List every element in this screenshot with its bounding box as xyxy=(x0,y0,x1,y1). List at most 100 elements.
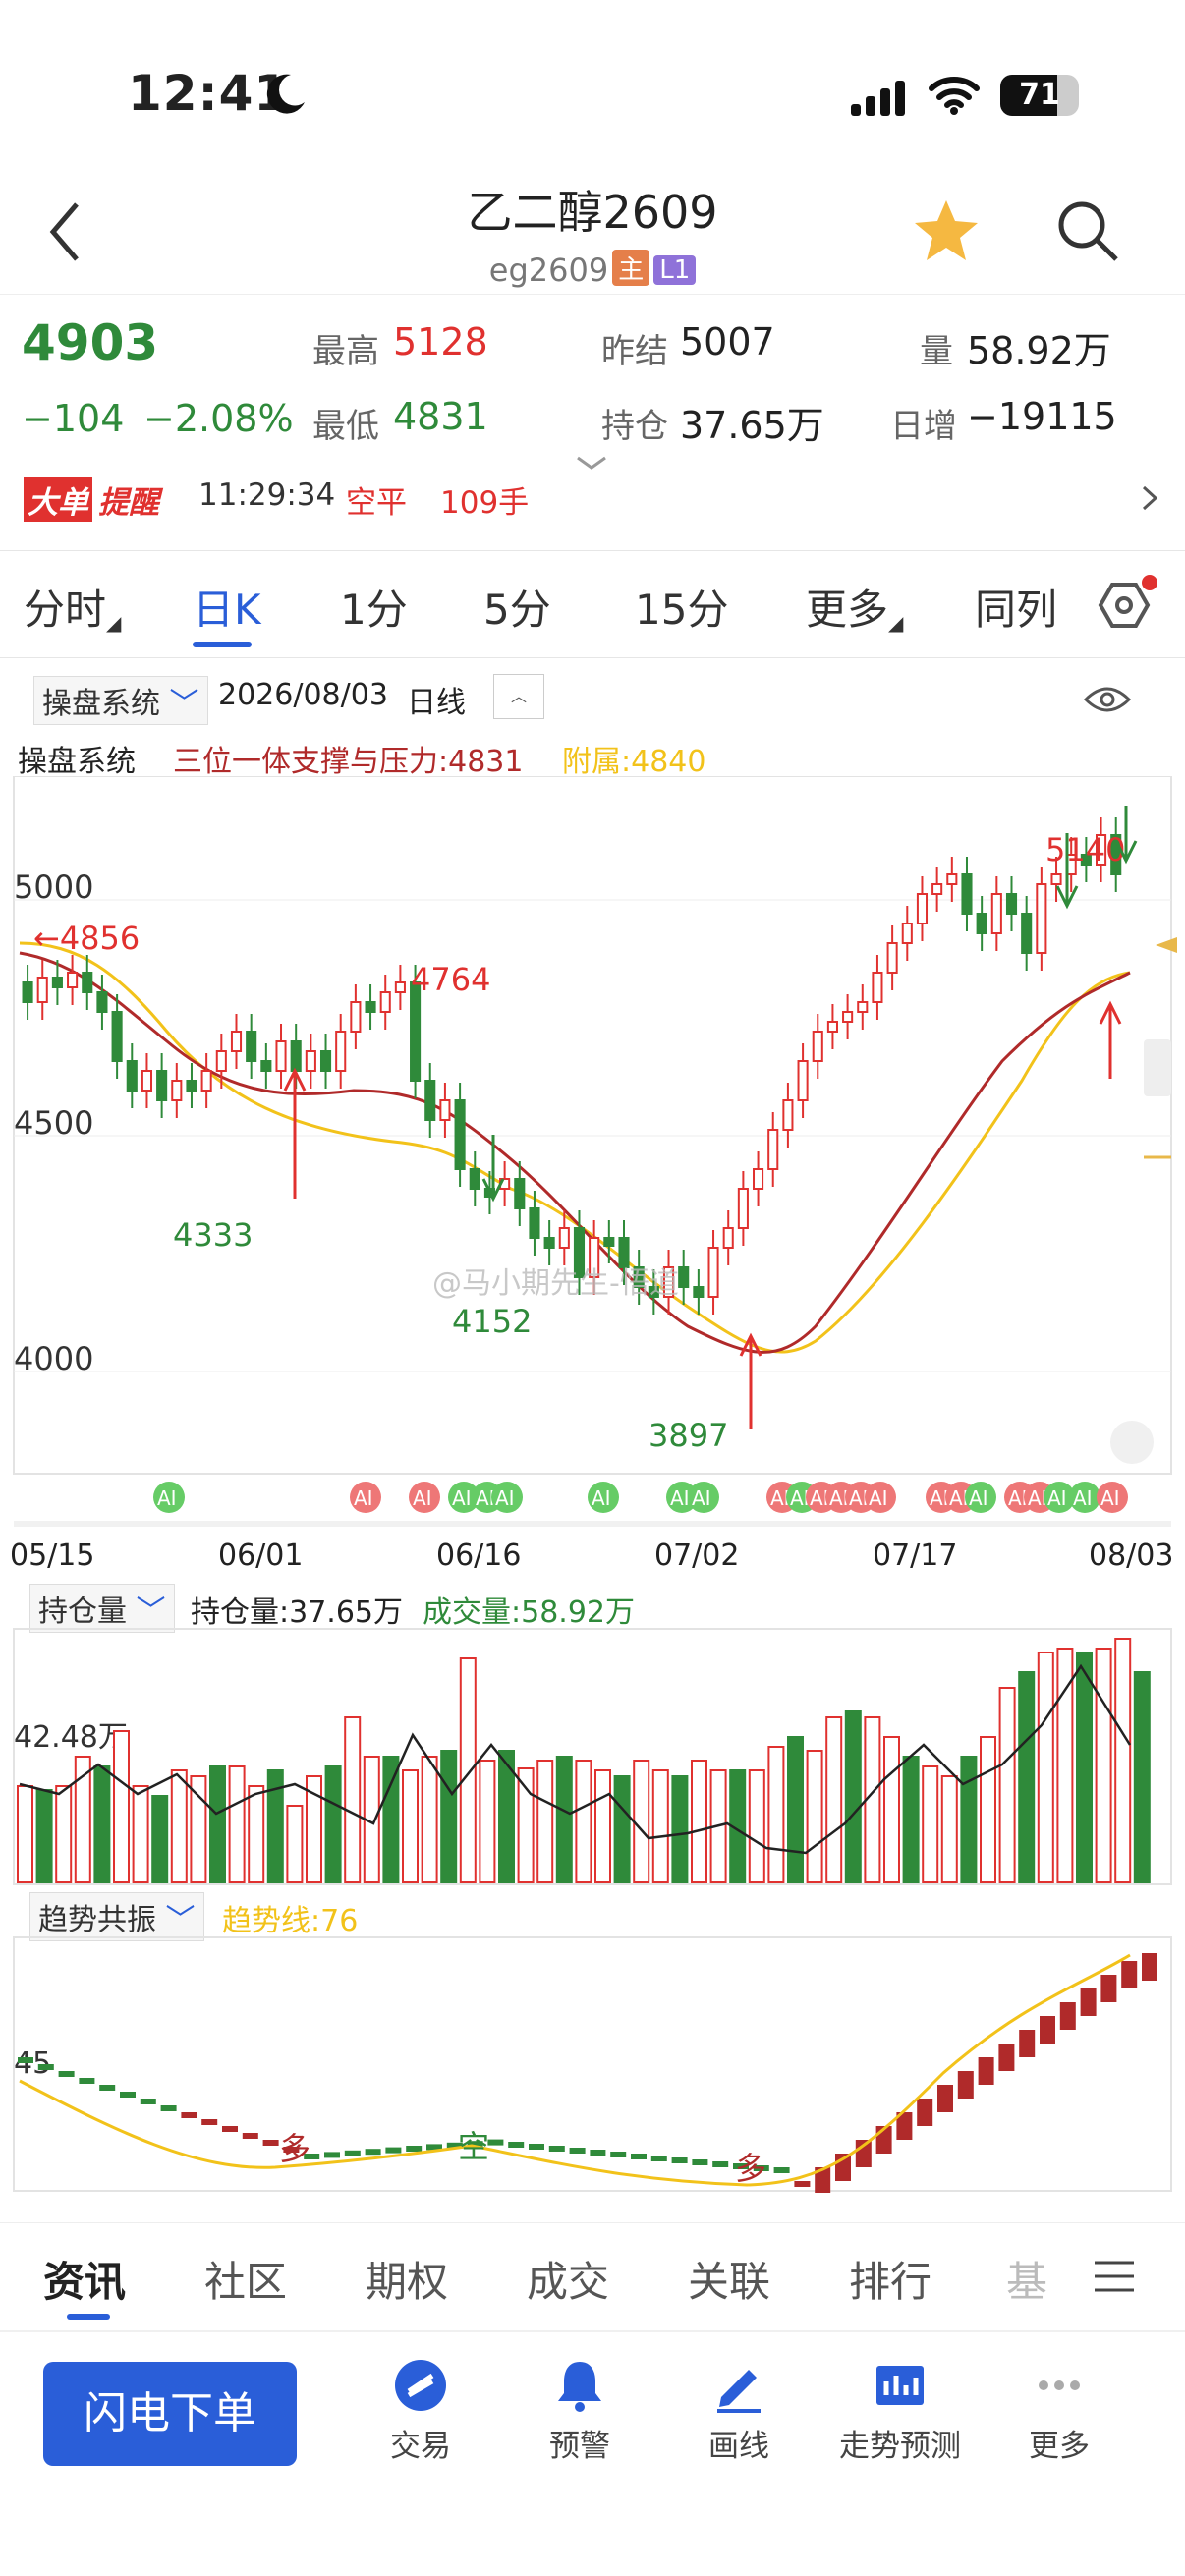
candle xyxy=(737,1171,749,1246)
oi-bar xyxy=(17,1785,33,1883)
oi-bar xyxy=(1018,1671,1036,1883)
ai-badge[interactable]: AI xyxy=(153,1482,185,1513)
ai-badge[interactable]: AI xyxy=(1069,1482,1100,1513)
svg-text:AI: AI xyxy=(969,1486,988,1510)
tab-news[interactable]: 资讯 xyxy=(43,2249,126,2309)
trend-bar xyxy=(406,2146,423,2152)
ai-badge[interactable]: AI xyxy=(1097,1482,1128,1513)
oi-bar xyxy=(998,1687,1016,1883)
trend-resonance-chart[interactable]: 45 多 空 多 xyxy=(0,1935,1185,2193)
tab-fundamental[interactable]: 基 xyxy=(1006,2249,1047,2309)
timeline-scrollbar[interactable] xyxy=(14,1521,1171,1527)
alert-label: 预警 xyxy=(549,2429,610,2464)
ai-badge[interactable]: AI xyxy=(965,1482,996,1513)
trend-bar xyxy=(262,2140,279,2146)
candle xyxy=(454,1083,466,1187)
candle xyxy=(335,1014,347,1089)
oi-bar xyxy=(922,1765,939,1883)
candlestick-chart[interactable]: 5000 4500 4000 ←4856 4764 4333 4152 3897… xyxy=(0,776,1185,1582)
candle xyxy=(186,1063,198,1108)
candle xyxy=(67,955,79,1005)
oi-axis-label: 42.48万 xyxy=(14,1720,128,1755)
oi-volume-chart[interactable]: 42.48万 xyxy=(0,1627,1185,1886)
chart-period: 日线 xyxy=(407,686,466,720)
alert-type: 空平 xyxy=(346,485,407,521)
price-change: −104 xyxy=(22,397,125,440)
menu-icon[interactable] xyxy=(1093,2259,1136,2294)
trend-bar xyxy=(529,2144,544,2150)
candle xyxy=(230,1014,243,1069)
tab-daily-k[interactable]: 日K xyxy=(193,577,261,637)
candle xyxy=(319,1034,332,1089)
tab-community[interactable]: 社区 xyxy=(204,2249,287,2309)
trend-bar xyxy=(160,2105,177,2111)
x-tick-0717: 07/17 xyxy=(873,1539,957,1573)
trend-bar xyxy=(1100,1975,1117,2002)
svg-text:AI: AI xyxy=(692,1486,711,1510)
candle xyxy=(990,876,1002,951)
ai-badge[interactable]: AI xyxy=(588,1482,619,1513)
oi-bar xyxy=(902,1756,920,1883)
alert-button[interactable]: 预警 xyxy=(501,2356,658,2465)
oi-select[interactable]: 持仓量 ﹀ xyxy=(29,1584,175,1633)
trend-line-label: 趋势线:76 xyxy=(222,1904,359,1938)
trend-bar xyxy=(140,2099,156,2104)
tab-1min[interactable]: 1分 xyxy=(340,577,408,637)
main-contract-tag: 主 xyxy=(612,250,650,286)
price-marker-icon xyxy=(1156,937,1177,953)
tab-15min[interactable]: 15分 xyxy=(635,577,728,637)
tab-trades[interactable]: 成交 xyxy=(527,2249,609,2309)
oi-bar xyxy=(170,1769,188,1883)
ai-badge[interactable]: AI xyxy=(865,1482,896,1513)
oi-bars-group xyxy=(17,1638,1151,1883)
fullscreen-icon[interactable] xyxy=(1110,1421,1154,1464)
trade-button[interactable]: 交易 xyxy=(342,2356,499,2465)
tab-same-column[interactable]: 同列 xyxy=(975,577,1057,637)
side-panel-handle[interactable] xyxy=(1144,1039,1171,1096)
candle xyxy=(1036,867,1047,971)
oi-bar xyxy=(671,1775,689,1883)
candle xyxy=(246,1014,257,1079)
eye-icon[interactable] xyxy=(1083,684,1132,715)
tab-ranking[interactable]: 排行 xyxy=(849,2249,931,2309)
collapse-button[interactable]: ︿ xyxy=(493,674,544,719)
alert-lots: 109手 xyxy=(440,485,530,521)
watermark: @马小期先生-悟道 xyxy=(432,1266,679,1301)
bell-icon xyxy=(558,2362,601,2412)
ai-badge[interactable]: AI xyxy=(688,1482,719,1513)
candle xyxy=(797,1043,809,1118)
oi-bar xyxy=(324,1765,342,1883)
more-button[interactable]: 更多 xyxy=(981,2356,1138,2465)
annotation-4152: 4152 xyxy=(452,1303,532,1340)
big-order-alert[interactable]: 大单 提醒 11:29:34 空平 109手 xyxy=(0,470,1185,529)
x-tick-0601: 06/01 xyxy=(218,1539,303,1573)
candle xyxy=(842,994,854,1039)
draw-line-button[interactable]: 画线 xyxy=(660,2356,818,2465)
trend-bar xyxy=(978,2057,994,2085)
alert-badge: 提醒 xyxy=(98,485,159,521)
candle xyxy=(722,1210,734,1265)
attach-label: 附属:4840 xyxy=(562,745,706,779)
system-select[interactable]: 操盘系统 ﹀ xyxy=(33,676,208,725)
tab-5min[interactable]: 5分 xyxy=(483,577,551,637)
candle xyxy=(36,960,48,1020)
trend-forecast-button[interactable]: 走势预测 xyxy=(821,2356,979,2465)
prev-settle-value: 5007 xyxy=(680,320,775,364)
trend-bar xyxy=(1040,2016,1055,2044)
trend-bar xyxy=(201,2119,218,2125)
flash-order-button[interactable]: 闪电下单 xyxy=(43,2362,297,2466)
x-tick-0803: 08/03 xyxy=(1089,1539,1173,1573)
tab-related[interactable]: 关联 xyxy=(688,2249,770,2309)
tab-more[interactable]: 更多◢ xyxy=(806,577,903,637)
trend-bar xyxy=(120,2092,136,2098)
draw-line-label: 画线 xyxy=(708,2429,769,2464)
ai-badge[interactable]: AI xyxy=(491,1482,523,1513)
settings-hexagon-icon[interactable] xyxy=(1091,571,1159,640)
candle xyxy=(707,1230,719,1315)
tab-intraday[interactable]: 分时◢ xyxy=(24,577,121,637)
ai-badge[interactable]: AI xyxy=(350,1482,381,1513)
svg-text:AI: AI xyxy=(1073,1486,1093,1510)
trend-select[interactable]: 趋势共振 ﹀ xyxy=(29,1892,204,1941)
ai-badge[interactable]: AI xyxy=(409,1482,440,1513)
tab-options[interactable]: 期权 xyxy=(366,2249,448,2309)
